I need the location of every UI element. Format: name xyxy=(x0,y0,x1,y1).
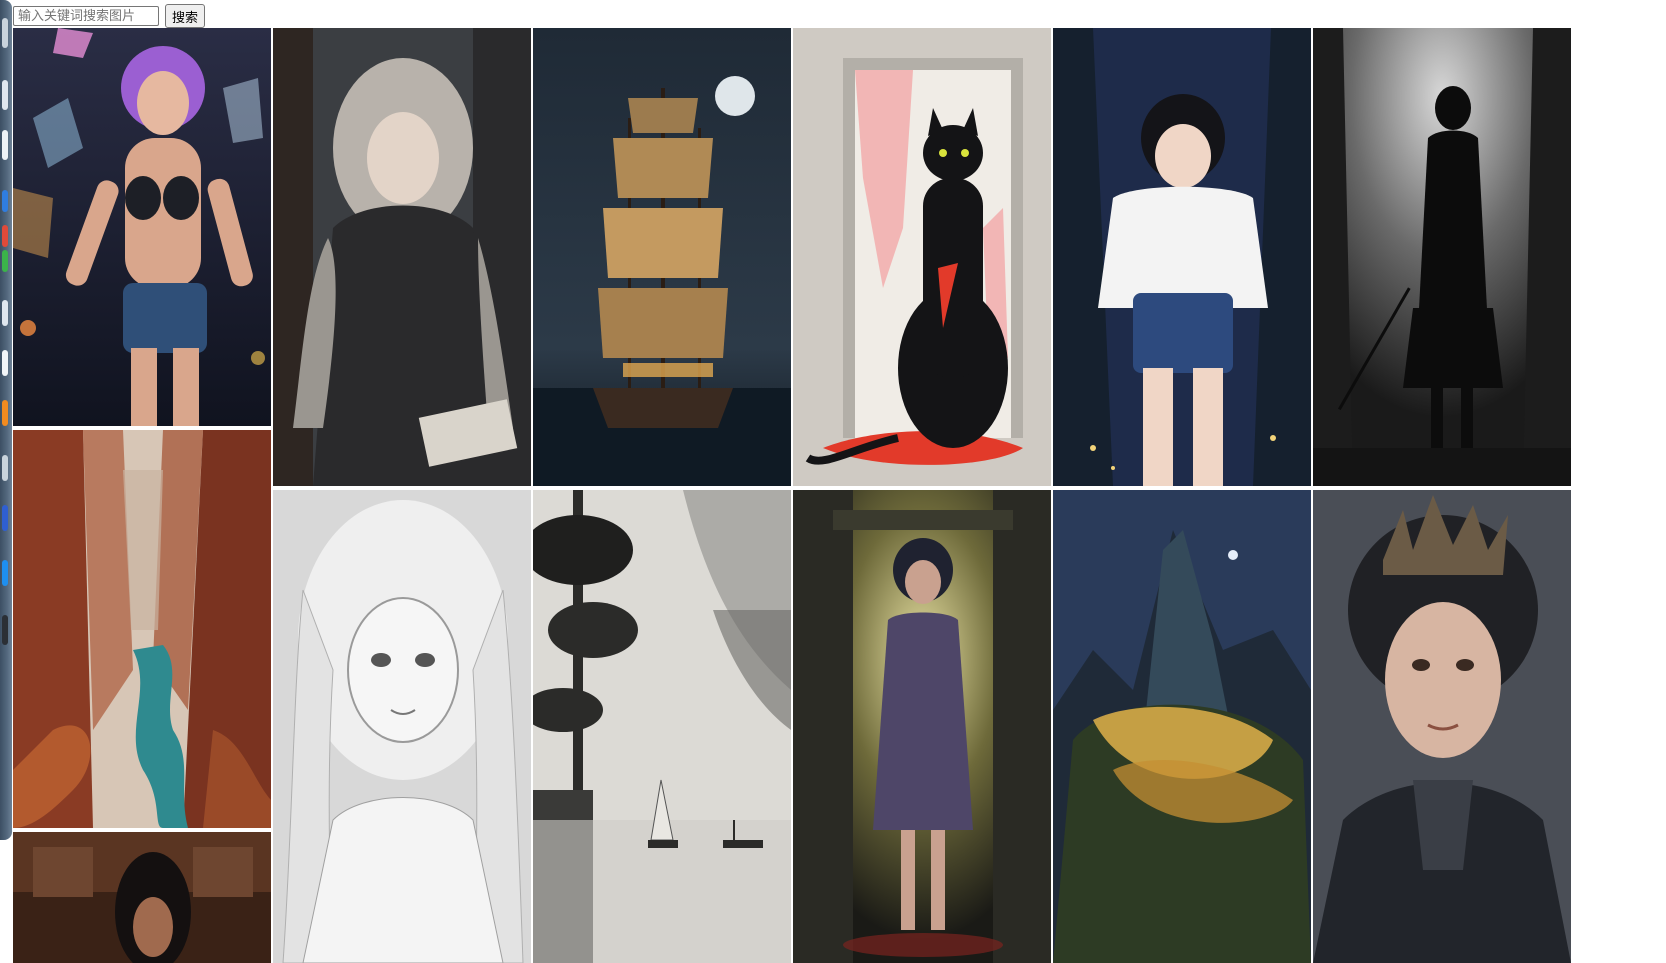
dock-app-icon[interactable] xyxy=(2,400,8,426)
gallery-image-purple-hair-woman[interactable] xyxy=(13,28,271,426)
gallery-image-girl-corridor[interactable] xyxy=(793,490,1051,963)
search-button[interactable]: 搜索 xyxy=(165,4,206,28)
search-input[interactable] xyxy=(13,6,159,26)
dock-app-icon[interactable] xyxy=(2,190,8,212)
dock-app-icon[interactable] xyxy=(2,300,8,326)
dock-app-icon[interactable] xyxy=(2,505,8,531)
dock-app-icon[interactable] xyxy=(2,250,8,272)
dock-app-icon[interactable] xyxy=(2,225,8,247)
gallery-image-sailing-ship-moon[interactable] xyxy=(533,28,791,486)
search-bar: 搜索 xyxy=(13,4,206,28)
os-dock xyxy=(0,0,12,840)
dock-app-icon[interactable] xyxy=(2,18,8,48)
gallery-image-ink-landscape-boats[interactable] xyxy=(533,490,791,963)
dock-app-icon[interactable] xyxy=(2,560,8,586)
gallery-image-girl-white-shirt-forest[interactable] xyxy=(1053,28,1311,486)
gallery-image-sketch-girl[interactable] xyxy=(273,490,531,963)
dock-app-icon[interactable] xyxy=(2,455,8,481)
dock-app-icon[interactable] xyxy=(2,615,8,645)
gallery-image-mountain-village-night[interactable] xyxy=(1053,490,1311,963)
gallery-image-gray-hair-girl-reading[interactable] xyxy=(273,28,531,486)
gallery-image-woman-temple[interactable] xyxy=(13,832,271,963)
gallery-image-silhouette-sword[interactable] xyxy=(1313,28,1571,486)
gallery-image-black-cat-door[interactable] xyxy=(793,28,1051,486)
gallery-image-woman-crown[interactable] xyxy=(1313,490,1571,963)
dock-app-icon[interactable] xyxy=(2,350,8,376)
dock-app-icon[interactable] xyxy=(2,80,8,110)
gallery-image-canyon-river[interactable] xyxy=(13,430,271,828)
dock-app-icon[interactable] xyxy=(2,130,8,160)
